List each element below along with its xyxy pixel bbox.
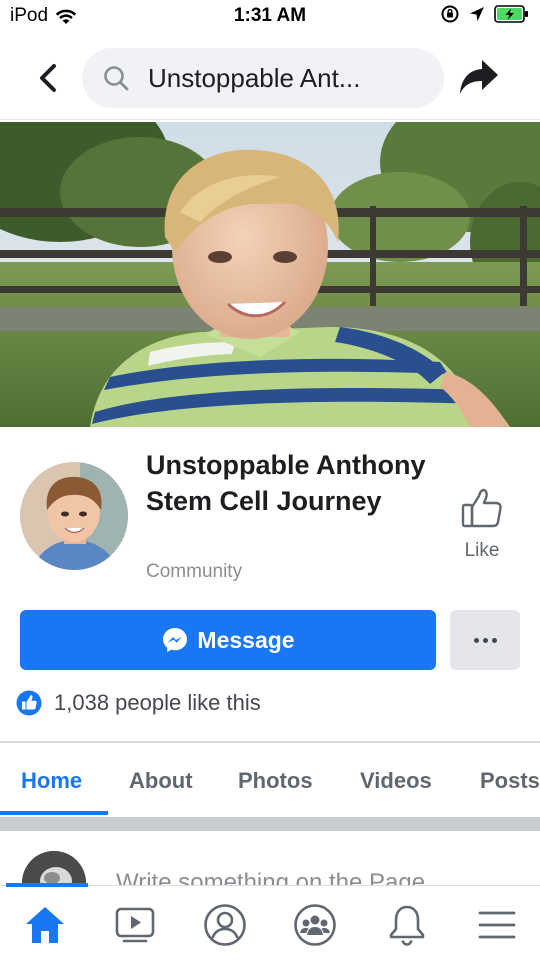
profile-icon bbox=[204, 904, 246, 946]
section-separator bbox=[0, 817, 540, 831]
battery-charging-icon bbox=[494, 5, 528, 23]
status-right bbox=[440, 4, 530, 24]
bell-icon bbox=[389, 905, 425, 946]
home-tab[interactable] bbox=[22, 902, 68, 948]
location-arrow-icon bbox=[470, 7, 484, 21]
search-query: Unstoppable Ant... bbox=[148, 63, 361, 93]
bottom-tab-bar bbox=[0, 883, 540, 960]
likes-count-text: 1,038 people like this bbox=[54, 690, 261, 715]
back-button[interactable] bbox=[28, 56, 68, 100]
tab-about[interactable]: About bbox=[129, 768, 193, 794]
share-button[interactable] bbox=[455, 54, 503, 100]
search-icon bbox=[104, 66, 129, 91]
page-category: Community bbox=[146, 561, 243, 582]
like-badge-icon bbox=[16, 690, 42, 716]
page-name: Unstoppable Anthony Stem Cell Journey bbox=[146, 450, 426, 516]
composer-placeholder: Write something on the Page... bbox=[116, 869, 446, 886]
messenger-icon bbox=[163, 628, 188, 652]
home-icon bbox=[26, 907, 64, 943]
notifications-tab[interactable] bbox=[384, 902, 430, 948]
orientation-lock-icon bbox=[441, 5, 459, 23]
more-options-button[interactable] bbox=[450, 610, 520, 670]
tab-home[interactable]: Home bbox=[21, 768, 82, 794]
status-bar: iPod 1:31 AM bbox=[0, 0, 540, 34]
share-arrow-icon bbox=[460, 60, 498, 94]
active-tab-indicator bbox=[0, 811, 108, 815]
like-page-button[interactable]: Like bbox=[446, 480, 518, 570]
groups-tab[interactable] bbox=[292, 902, 338, 948]
profile-tab[interactable] bbox=[202, 902, 248, 948]
thumbs-up-icon bbox=[461, 488, 502, 528]
chevron-left-icon bbox=[40, 64, 56, 92]
home-tab-indicator bbox=[6, 883, 88, 887]
page-likes-summary: 1,038 people like this bbox=[16, 690, 261, 716]
watch-tab[interactable] bbox=[112, 902, 158, 948]
message-button[interactable]: Message bbox=[20, 610, 436, 670]
page-tabs: Home About Photos Videos Posts bbox=[0, 743, 540, 817]
ellipsis-icon bbox=[473, 637, 479, 643]
menu-tab[interactable] bbox=[474, 902, 520, 948]
cover-photo[interactable] bbox=[0, 122, 540, 427]
watch-icon bbox=[115, 907, 155, 943]
post-composer[interactable]: Write something on the Page... bbox=[0, 831, 540, 886]
tab-videos[interactable]: Videos bbox=[360, 768, 432, 794]
search-bar[interactable]: Unstoppable Ant... bbox=[82, 48, 444, 108]
composer-avatar bbox=[22, 851, 86, 886]
top-nav-bar: Unstoppable Ant... bbox=[0, 34, 540, 120]
tab-posts[interactable]: Posts bbox=[480, 768, 540, 794]
groups-icon bbox=[294, 904, 336, 946]
profile-picture-image bbox=[20, 462, 128, 570]
like-button-label: Like bbox=[464, 540, 500, 561]
menu-icon bbox=[478, 911, 516, 939]
cover-photo-image bbox=[0, 122, 540, 427]
message-button-label: Message bbox=[197, 626, 295, 653]
tab-photos[interactable]: Photos bbox=[238, 768, 313, 794]
profile-picture[interactable] bbox=[20, 462, 128, 570]
